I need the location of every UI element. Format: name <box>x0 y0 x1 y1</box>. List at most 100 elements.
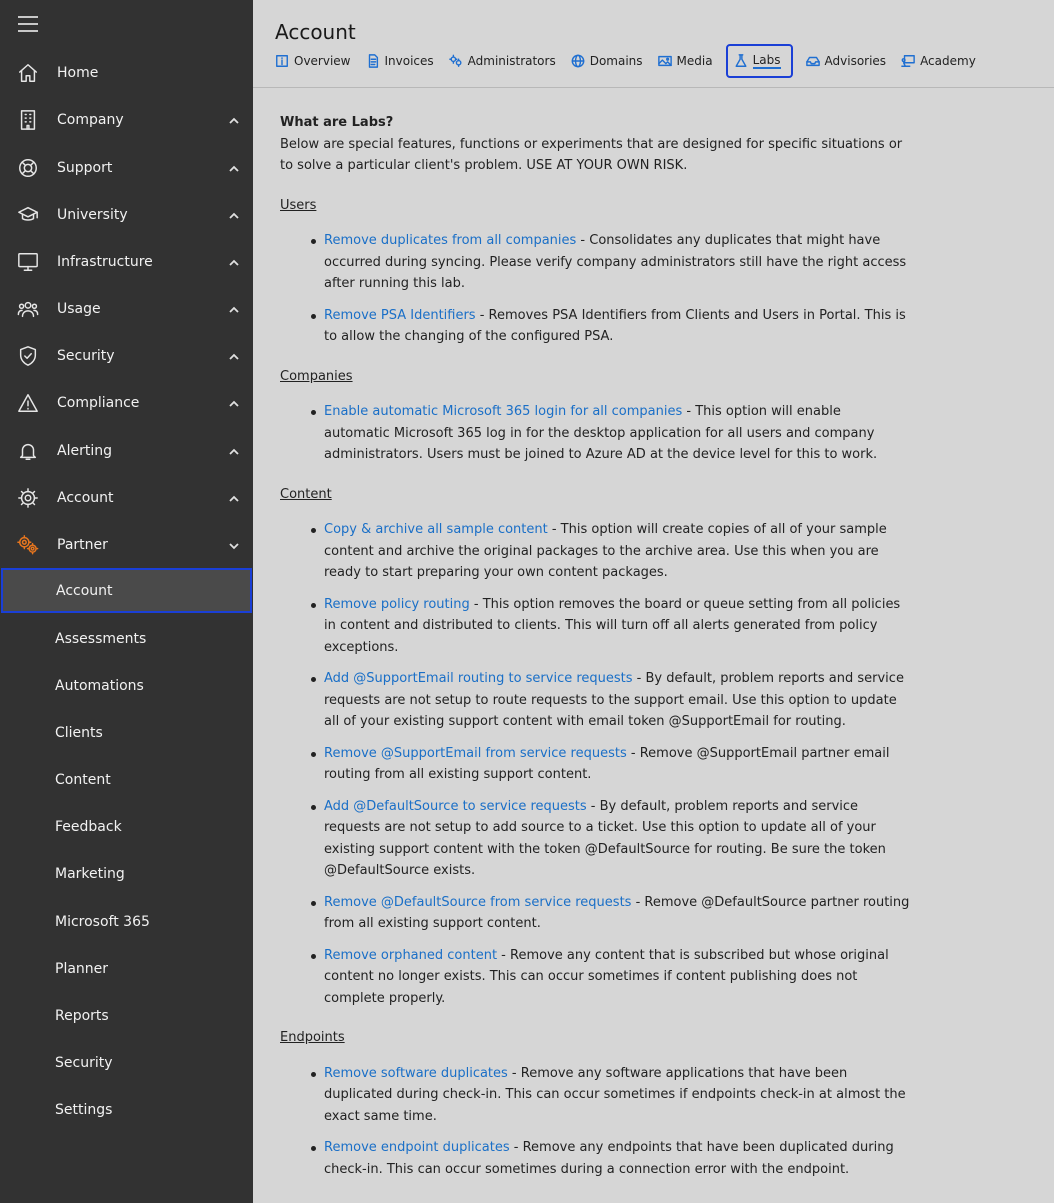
lab-item: Remove @SupportEmail from service reques… <box>280 743 910 786</box>
tab-label: Overview <box>294 54 351 68</box>
image-icon <box>657 54 677 68</box>
section-title-users: Users <box>280 197 317 213</box>
info-icon <box>275 54 294 68</box>
chevron-down-icon <box>227 538 241 552</box>
lab-item: Add @DefaultSource to service requests -… <box>280 796 910 882</box>
sidebar-item-compliance[interactable]: Compliance <box>0 379 253 426</box>
sidebar-item-home[interactable]: Home <box>0 49 253 96</box>
header-divider <box>253 87 1054 88</box>
tab-label: Labs <box>752 53 781 69</box>
sidebar-item-infrastructure[interactable]: Infrastructure <box>0 238 253 285</box>
sidebar-item-usage[interactable]: Usage <box>0 285 253 332</box>
tab-bar: Overview Invoices Administrators Domains… <box>275 44 991 78</box>
chevron-up-icon <box>227 396 241 410</box>
tab-domains[interactable]: Domains <box>571 50 643 72</box>
sidebar-subitem-assessments[interactable]: Assessments <box>0 615 253 662</box>
hamburger-menu-icon[interactable] <box>18 16 38 34</box>
page-title: Account <box>275 20 356 44</box>
lab-item: Remove software duplicates - Remove any … <box>280 1063 910 1128</box>
lab-item: Remove endpoint duplicates - Remove any … <box>280 1137 910 1180</box>
lab-link[interactable]: Remove software duplicates <box>324 1066 508 1081</box>
tab-academy[interactable]: Academy <box>901 50 976 72</box>
sidebar-subitem-label: Assessments <box>55 630 147 647</box>
chevron-up-icon <box>227 161 241 175</box>
lab-link[interactable]: Remove orphaned content <box>324 948 497 963</box>
monitor-icon <box>16 250 40 274</box>
lab-item: Copy & archive all sample content - This… <box>280 519 910 584</box>
sidebar-subitem-planner[interactable]: Planner <box>0 945 253 992</box>
lab-link[interactable]: Remove @DefaultSource from service reque… <box>324 895 631 910</box>
sidebar-item-university[interactable]: University <box>0 191 253 238</box>
sidebar-subitem-security[interactable]: Security <box>0 1039 253 1086</box>
section-title-companies: Companies <box>280 368 353 384</box>
shield-icon <box>16 344 40 368</box>
sidebar-subitem-label: Automations <box>55 677 144 694</box>
graduation-cap-icon <box>16 203 40 227</box>
chevron-up-icon <box>227 349 241 363</box>
chevron-up-icon <box>227 255 241 269</box>
sidebar-subitem-automations[interactable]: Automations <box>0 662 253 709</box>
lab-link[interactable]: Remove endpoint duplicates <box>324 1140 510 1155</box>
sidebar-subitem-account[interactable]: Account <box>1 568 252 613</box>
lab-link[interactable]: Copy & archive all sample content <box>324 522 548 537</box>
home-icon <box>16 61 40 85</box>
lab-link[interactable]: Remove PSA Identifiers <box>324 308 476 323</box>
tab-invoices[interactable]: Invoices <box>366 50 434 72</box>
sidebar-item-label: Compliance <box>57 394 140 411</box>
sidebar-item-label: Partner <box>57 536 108 553</box>
bell-icon <box>16 439 40 463</box>
tab-label: Advisories <box>824 54 887 68</box>
sidebar-subitem-label: Content <box>55 771 111 788</box>
lab-link[interactable]: Add @SupportEmail routing to service req… <box>324 671 633 686</box>
sidebar-subitem-content[interactable]: Content <box>0 756 253 803</box>
sidebar-subitem-microsoft-365[interactable]: Microsoft 365 <box>0 898 253 945</box>
sidebar-subitem-label: Planner <box>55 960 109 977</box>
lab-list: Remove software duplicates - Remove any … <box>280 1063 910 1181</box>
sidebar-item-company[interactable]: Company <box>0 96 253 143</box>
tab-overview[interactable]: Overview <box>275 50 351 72</box>
lab-item: Remove orphaned content - Remove any con… <box>280 945 910 1010</box>
admins-icon <box>448 54 468 68</box>
sidebar-subitem-label: Feedback <box>55 818 122 835</box>
tab-administrators[interactable]: Administrators <box>448 50 556 72</box>
tab-labs[interactable]: Labs <box>725 44 793 78</box>
sidebar-item-account[interactable]: Account <box>0 474 253 521</box>
sidebar: Home Company Support University Infrastr… <box>0 0 253 1203</box>
sidebar-item-label: University <box>57 206 128 223</box>
advisory-icon <box>805 54 825 68</box>
sidebar-subitem-label: Account <box>56 582 113 599</box>
sidebar-subitem-feedback[interactable]: Feedback <box>0 803 253 850</box>
tab-media[interactable]: Media <box>657 50 713 72</box>
sidebar-subitem-settings[interactable]: Settings <box>0 1086 253 1133</box>
tab-advisories[interactable]: Advisories <box>805 50 887 72</box>
sidebar-item-security[interactable]: Security <box>0 332 253 379</box>
tab-label: Domains <box>589 54 643 68</box>
sidebar-item-alerting[interactable]: Alerting <box>0 427 253 474</box>
lab-item: Remove @DefaultSource from service reque… <box>280 892 910 935</box>
section-title-endpoints: Endpoints <box>280 1030 345 1045</box>
sidebar-item-label: Support <box>57 159 113 176</box>
chevron-up-icon <box>227 491 241 505</box>
invoice-icon <box>366 54 385 68</box>
lab-link[interactable]: Remove duplicates from all companies <box>324 233 576 248</box>
sidebar-item-label: Usage <box>57 300 101 317</box>
lab-link[interactable]: Remove @SupportEmail from service reques… <box>324 746 627 761</box>
lab-link[interactable]: Add @DefaultSource to service requests <box>324 799 587 814</box>
tab-label: Academy <box>920 54 976 68</box>
main-panel: Account Overview Invoices Administrators… <box>253 0 1054 1203</box>
lab-link[interactable]: Enable automatic Microsoft 365 login for… <box>324 404 682 419</box>
sidebar-item-support[interactable]: Support <box>0 144 253 191</box>
sidebar-item-label: Company <box>57 111 124 128</box>
users-icon <box>16 297 40 321</box>
lab-link[interactable]: Remove policy routing <box>324 597 470 612</box>
lab-list: Remove duplicates from all companies - C… <box>280 230 910 348</box>
sidebar-item-partner[interactable]: Partner <box>0 521 253 568</box>
lab-item: Remove duplicates from all companies - C… <box>280 230 910 295</box>
lab-item: Enable automatic Microsoft 365 login for… <box>280 401 910 466</box>
sidebar-subitem-clients[interactable]: Clients <box>0 709 253 756</box>
chevron-up-icon <box>227 113 241 127</box>
sidebar-subitem-label: Settings <box>55 1101 113 1118</box>
sidebar-subitem-label: Security <box>55 1054 113 1071</box>
sidebar-subitem-marketing[interactable]: Marketing <box>0 850 253 897</box>
sidebar-subitem-reports[interactable]: Reports <box>0 992 253 1039</box>
